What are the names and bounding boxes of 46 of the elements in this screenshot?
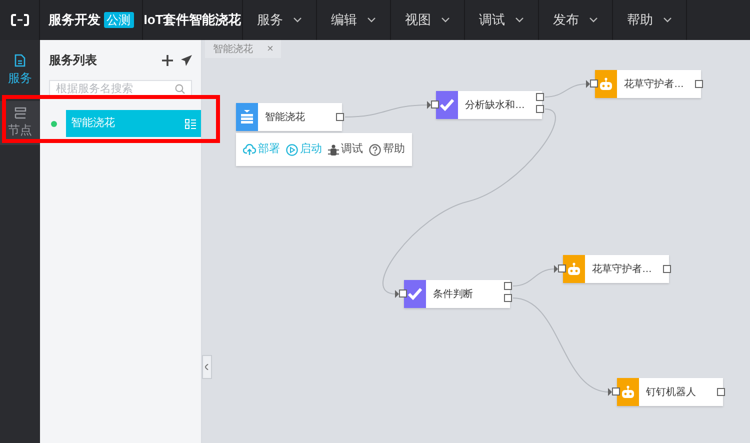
chevron-icon [515,17,524,23]
output-port[interactable] [717,388,725,396]
send-icon[interactable] [181,54,192,66]
flow-node[interactable]: 花草守护者… [563,255,669,283]
chevron-icon [441,17,450,23]
chevron-icon [663,17,672,23]
flow-node[interactable]: 分析缺水和… [436,91,542,119]
stack-icon [14,107,26,119]
logo-icon [10,14,28,26]
panel-title: 服务列表 [49,52,97,69]
input-port[interactable] [395,289,407,299]
output-port[interactable] [695,80,703,88]
add-icon[interactable] [162,54,173,66]
flow-node[interactable]: 条件判断 [404,280,510,308]
robot-icon [620,384,636,400]
project-name: IoT套件智能浇花 [144,11,242,30]
toolbar-button[interactable]: 帮助 [369,141,405,158]
chevron-icon [367,17,376,23]
product-name: 服务开发 [48,11,100,30]
input-port[interactable] [554,264,566,274]
connector-line [544,84,588,98]
flow-node[interactable]: 花草守护者… [595,70,701,98]
robot-icon [566,261,582,277]
search-icon [175,84,185,94]
upload-cloud-icon [243,144,256,156]
input-port[interactable] [586,79,598,89]
toolbar-button[interactable]: 调试 [328,141,363,158]
checkmark-icon [439,97,455,113]
checkmark-icon [407,286,423,302]
bug-icon [328,144,339,156]
output-port[interactable] [336,113,344,121]
input-port[interactable] [427,100,439,110]
beta-badge: 公测 [104,12,134,28]
collapse-handle[interactable] [202,355,212,379]
document-icon [14,54,26,67]
chevron-icon [589,17,598,23]
play-icon [286,144,298,156]
flow-node[interactable]: 钉钉机器人 [617,378,723,406]
rail-tab[interactable]: 服务 [0,48,40,93]
flow-node[interactable]: 智能浇花 [236,103,342,131]
input-port[interactable] [608,387,620,397]
help-icon [369,144,381,156]
robot-icon [598,76,614,92]
table-icon [239,109,255,125]
chevron-icon [293,17,302,23]
output-port[interactable] [663,265,671,273]
